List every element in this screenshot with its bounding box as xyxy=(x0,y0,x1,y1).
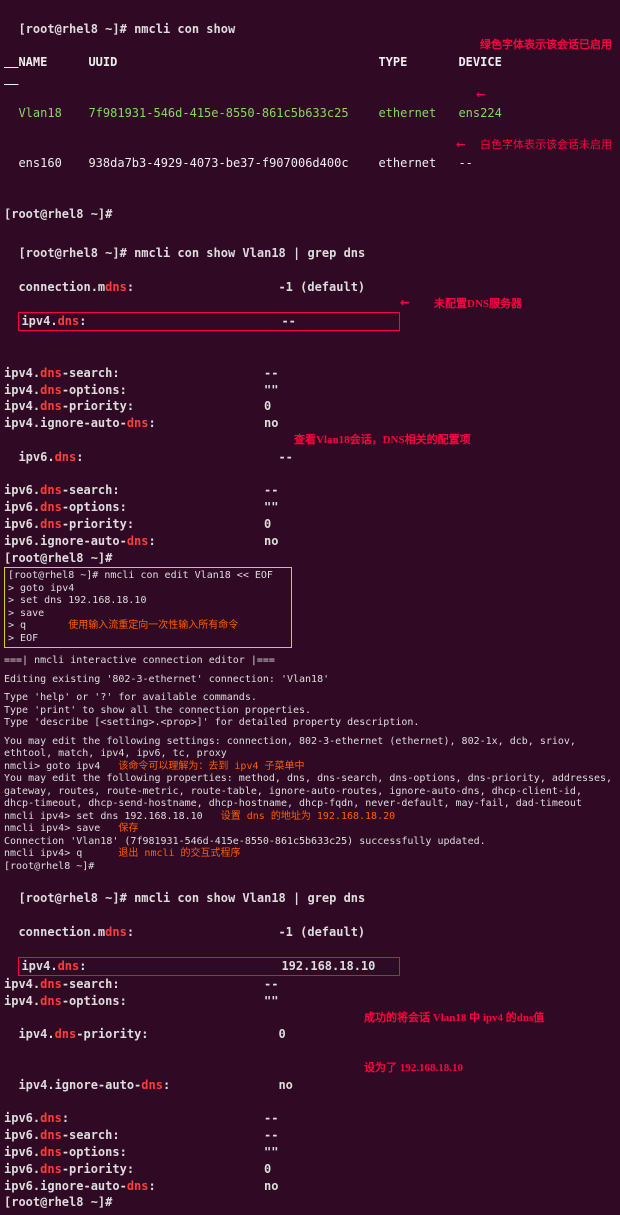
prompt: [root@rhel8 ~]# xyxy=(18,891,126,905)
command: nmcli con show Vlan18 | grep dns xyxy=(134,246,365,260)
kv-row: connection.mdns:-1 (default) xyxy=(4,262,616,296)
table-header: NAMEUUIDTYPEDEVICE 绿色字体表示该会话已启用 xyxy=(4,38,616,88)
prompt: [root@rhel8 ~]# xyxy=(18,246,126,260)
annot-set: 设置 dns 的地址为 192.168.18.20 xyxy=(221,811,395,822)
kv-row: connection.mdns:-1 (default) xyxy=(4,907,616,941)
hl: dns xyxy=(58,314,80,328)
heredoc-block: [root@rhel8 ~]# nmcli con edit Vlan18 <<… xyxy=(4,567,292,648)
col-name: NAME xyxy=(18,54,88,71)
prompt: [root@rhel8 ~]# xyxy=(18,22,126,36)
command: nmcli con show Vlan18 | grep dns xyxy=(134,891,365,905)
prompt-line-3[interactable]: [root@rhel8 ~]# nmcli con show Vlan18 | … xyxy=(4,873,616,907)
kv-row: ipv4.dns-priority:0 xyxy=(4,398,616,415)
annot-success-1: 成功的将会话 Vlan18 中 ipv4 的dns值 xyxy=(364,1011,544,1026)
kv-row: ipv6.dns-search:-- xyxy=(4,482,616,499)
annot-green: 绿色字体表示该会话已启用 xyxy=(480,38,612,53)
annot-heredoc: 使用输入流重定向一次性输入所有命令 xyxy=(68,620,238,631)
prompt-idle[interactable]: [root@rhel8 ~]# xyxy=(4,1194,616,1211)
prompt-idle[interactable]: [root@rhel8 ~]# xyxy=(4,550,616,567)
annot-save: 保存 xyxy=(118,823,138,834)
arrow-icon: ← xyxy=(476,88,486,101)
kv-row: ipv4.ignore-auto-dns:no 设为了 192.168.18.1… xyxy=(4,1060,616,1110)
kv-row: ipv6.dns-options:"" xyxy=(4,1144,616,1161)
arrow-icon: ← xyxy=(400,296,410,309)
prompt-line-2[interactable]: [root@rhel8 ~]# nmcli con show Vlan18 | … xyxy=(4,228,616,262)
editor-output: ===| nmcli interactive connection editor… xyxy=(4,649,616,873)
table-row: Vlan187f981931-546d-415e-8550-861c5b633c… xyxy=(4,88,616,138)
kv-row: ipv6.dns-priority:0 xyxy=(4,1161,616,1178)
col-type: TYPE xyxy=(378,54,458,71)
col-device: DEVICE xyxy=(458,54,528,71)
kv-row: ipv4.dns:-- ← 未配置DNS服务器 xyxy=(4,296,616,365)
hl: dns xyxy=(105,280,127,294)
annot-goto: 该命令可以理解为：去到 ipv4 子菜单中 xyxy=(118,761,304,772)
command: nmcli con show xyxy=(134,22,235,36)
prompt-idle[interactable]: [root@rhel8 ~]# xyxy=(4,206,616,223)
kv-row: ipv6.dns-priority:0 xyxy=(4,516,616,533)
annot-quit: 退出 nmcli 的交互式程序 xyxy=(118,848,240,859)
kv-row: ipv6.dns:-- xyxy=(4,1110,616,1127)
annot-nodns: 未配置DNS服务器 xyxy=(434,297,522,312)
table-row: ens160938da7b3-4929-4073-be37-f907006d40… xyxy=(4,138,616,205)
annot-viewcfg: 查看Vlan18会话，DNS相关的配置项 xyxy=(294,433,471,448)
kv-row: ipv4.dns-options:"" xyxy=(4,993,616,1010)
kv-row: ipv6.dns-options:"" xyxy=(4,499,616,516)
prompt-line-1[interactable]: [root@rhel8 ~]# nmcli con show xyxy=(4,4,616,38)
kv-row: ipv4.dns-search:-- xyxy=(4,976,616,993)
kv-row: ipv6.dns:-- 查看Vlan18会话，DNS相关的配置项 xyxy=(4,432,616,482)
col-uuid: UUID xyxy=(88,54,378,71)
kv-row: ipv4.dns:192.168.18.10 xyxy=(4,940,616,976)
arrow-icon: ← xyxy=(456,138,466,151)
kv-row: ipv4.dns-options:"" xyxy=(4,382,616,399)
kv-row: ipv6.dns-search:-- xyxy=(4,1127,616,1144)
kv-row: ipv4.dns-search:-- xyxy=(4,365,616,382)
annot-white: 白色字体表示该会话未启用 xyxy=(480,138,612,153)
kv-row: ipv6.ignore-auto-dns:no xyxy=(4,533,616,550)
kv-row: ipv4.dns-priority:0 成功的将会话 Vlan18 中 ipv4… xyxy=(4,1010,616,1060)
annot-success-2: 设为了 192.168.18.10 xyxy=(364,1061,463,1076)
kv-row: ipv6.ignore-auto-dns:no xyxy=(4,1178,616,1195)
kv-row: ipv4.ignore-auto-dns:no xyxy=(4,415,616,432)
